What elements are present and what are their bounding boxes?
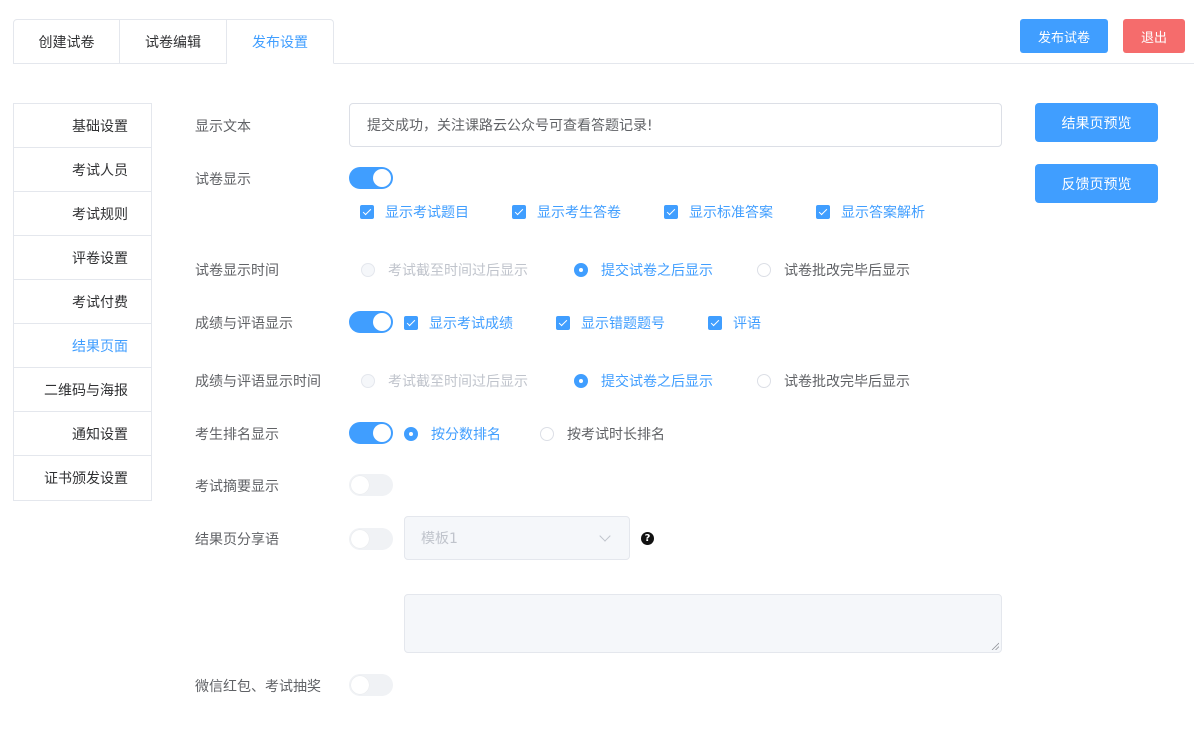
score-comment-label: 成绩与评语显示	[195, 316, 293, 332]
side-item-grading[interactable]: 评卷设置	[14, 236, 151, 280]
side-nav: 基础设置 考试人员 考试规则 评卷设置 考试付费 结果页面 二维码与海报 通知设…	[13, 103, 152, 501]
tabs-divider	[334, 63, 1194, 64]
checkbox-icon	[664, 205, 678, 219]
radio-label: 提交试卷之后显示	[601, 263, 713, 279]
share-text-textarea[interactable]	[404, 594, 1002, 653]
radio-score-after-grading[interactable]: 试卷批改完毕后显示	[757, 371, 910, 391]
share-template-select[interactable]: 模板1	[404, 516, 630, 560]
checkbox-show-analysis[interactable]: 显示答案解析	[816, 202, 925, 222]
radio-icon	[361, 263, 375, 277]
help-icon[interactable]: ?	[641, 532, 654, 545]
tab-create-paper[interactable]: 创建试卷	[13, 19, 120, 64]
checkbox-comment[interactable]: 评语	[708, 313, 761, 333]
share-text-switch[interactable]	[349, 528, 393, 550]
ranking-label: 考生排名显示	[195, 427, 279, 443]
checkbox-label: 显示考试题目	[385, 205, 469, 221]
checkbox-icon	[360, 205, 374, 219]
result-preview-button[interactable]: 结果页预览	[1035, 103, 1158, 142]
paper-display-time-label: 试卷显示时间	[195, 263, 279, 279]
radio-icon	[574, 263, 588, 277]
radio-icon	[361, 374, 375, 388]
checkbox-label: 显示考生答卷	[537, 205, 621, 221]
checkbox-icon	[708, 316, 722, 330]
radio-score-after-submit[interactable]: 提交试卷之后显示	[574, 371, 713, 391]
side-item-rules[interactable]: 考试规则	[14, 192, 151, 236]
side-item-participants[interactable]: 考试人员	[14, 148, 151, 192]
side-item-result-page[interactable]: 结果页面	[14, 324, 151, 368]
checkbox-label: 评语	[733, 316, 761, 332]
paper-display-label: 试卷显示	[195, 172, 251, 188]
wechat-lottery-switch[interactable]	[349, 674, 393, 696]
radio-rank-by-score[interactable]: 按分数排名	[404, 424, 501, 444]
side-item-notification[interactable]: 通知设置	[14, 412, 151, 456]
summary-label: 考试摘要显示	[195, 479, 279, 495]
radio-rank-by-duration[interactable]: 按考试时长排名	[540, 424, 665, 444]
radio-label: 按分数排名	[431, 427, 501, 443]
side-item-payment[interactable]: 考试付费	[14, 280, 151, 324]
share-template-value: 模板1	[421, 531, 458, 547]
radio-label: 试卷批改完毕后显示	[784, 263, 910, 279]
radio-icon	[540, 427, 554, 441]
checkbox-show-questions[interactable]: 显示考试题目	[360, 202, 469, 222]
publish-button[interactable]: 发布试卷	[1020, 19, 1108, 53]
radio-after-submit[interactable]: 提交试卷之后显示	[574, 260, 713, 280]
feedback-preview-button[interactable]: 反馈页预览	[1035, 164, 1158, 203]
wechat-lottery-label: 微信红包、考试抽奖	[195, 679, 321, 695]
checkbox-label: 显示标准答案	[689, 205, 773, 221]
radio-icon	[404, 427, 418, 441]
summary-switch[interactable]	[349, 474, 393, 496]
score-comment-time-label: 成绩与评语显示时间	[195, 374, 321, 390]
radio-label: 提交试卷之后显示	[601, 374, 713, 390]
radio-after-grading[interactable]: 试卷批改完毕后显示	[757, 260, 910, 280]
display-text-input[interactable]: 提交成功，关注课路云公众号可查看答题记录!	[349, 103, 1002, 147]
share-text-label: 结果页分享语	[195, 532, 279, 548]
display-text-value: 提交成功，关注课路云公众号可查看答题记录!	[367, 118, 653, 134]
resize-handle-icon[interactable]	[991, 642, 999, 650]
radio-icon	[757, 263, 771, 277]
score-comment-switch[interactable]	[349, 311, 393, 333]
checkbox-label: 显示答案解析	[841, 205, 925, 221]
display-text-label: 显示文本	[195, 119, 251, 135]
ranking-switch[interactable]	[349, 422, 393, 444]
top-tabs: 创建试卷 试卷编辑 发布设置	[13, 19, 334, 64]
radio-icon	[757, 374, 771, 388]
checkbox-icon	[816, 205, 830, 219]
paper-display-switch[interactable]	[349, 167, 393, 189]
tab-edit-paper[interactable]: 试卷编辑	[120, 19, 227, 64]
chevron-down-icon	[599, 530, 611, 542]
side-item-basic[interactable]: 基础设置	[14, 104, 151, 148]
radio-after-deadline[interactable]: 考试截至时间过后显示	[361, 260, 528, 280]
radio-label: 按考试时长排名	[567, 427, 665, 443]
radio-score-after-deadline[interactable]: 考试截至时间过后显示	[361, 371, 528, 391]
checkbox-show-score[interactable]: 显示考试成绩	[404, 313, 513, 333]
radio-label: 试卷批改完毕后显示	[784, 374, 910, 390]
side-item-qrcode-poster[interactable]: 二维码与海报	[14, 368, 151, 412]
checkbox-label: 显示错题题号	[581, 316, 665, 332]
side-item-certificate[interactable]: 证书颁发设置	[14, 456, 151, 500]
tab-publish-settings[interactable]: 发布设置	[227, 19, 334, 64]
checkbox-show-wrong-numbers[interactable]: 显示错题题号	[556, 313, 665, 333]
radio-label: 考试截至时间过后显示	[388, 263, 528, 279]
exit-button[interactable]: 退出	[1123, 19, 1185, 53]
checkbox-icon	[404, 316, 418, 330]
checkbox-icon	[512, 205, 526, 219]
radio-icon	[574, 374, 588, 388]
checkbox-show-answers[interactable]: 显示考生答卷	[512, 202, 621, 222]
radio-label: 考试截至时间过后显示	[388, 374, 528, 390]
checkbox-icon	[556, 316, 570, 330]
checkbox-label: 显示考试成绩	[429, 316, 513, 332]
checkbox-show-standard-answers[interactable]: 显示标准答案	[664, 202, 773, 222]
